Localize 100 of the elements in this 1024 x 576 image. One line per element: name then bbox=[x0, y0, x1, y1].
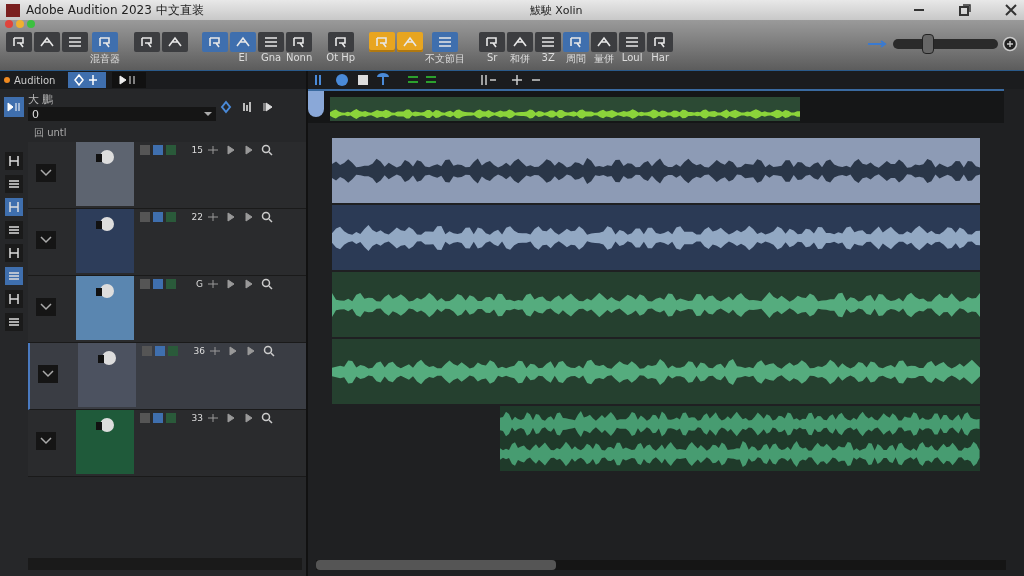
toolbar-button[interactable] bbox=[535, 32, 562, 52]
restore-icon[interactable] bbox=[958, 3, 972, 17]
toolbar-label: 3Z bbox=[541, 52, 555, 63]
search-icon[interactable] bbox=[261, 412, 273, 424]
tool-icon bbox=[8, 316, 20, 328]
toolbar-label: Har bbox=[651, 52, 669, 63]
tool-icon bbox=[597, 36, 612, 48]
zoom-dot-icon[interactable] bbox=[27, 20, 35, 28]
track-header[interactable]: G bbox=[28, 276, 306, 343]
toolbar-label: Gna bbox=[260, 52, 282, 63]
toolbar-label: 量併 bbox=[594, 52, 615, 66]
tool-icon bbox=[40, 36, 54, 48]
toolbar-button[interactable] bbox=[327, 32, 354, 52]
zoom-in-icon[interactable] bbox=[1002, 36, 1018, 52]
tool-icon bbox=[8, 178, 20, 190]
toolbar-button[interactable] bbox=[619, 32, 646, 52]
toolbar-label: Loul bbox=[621, 52, 643, 63]
tool-icon bbox=[12, 36, 26, 48]
search-icon[interactable] bbox=[261, 144, 273, 156]
track-number: 15 bbox=[190, 145, 203, 155]
minimize-dot-icon[interactable] bbox=[16, 20, 24, 28]
tool-icon bbox=[333, 36, 348, 48]
tool-icon bbox=[208, 36, 222, 48]
toolbar-label: 周間 bbox=[566, 52, 587, 66]
side-tool-button[interactable] bbox=[5, 313, 23, 331]
toolbar-label: Sr bbox=[486, 52, 498, 63]
timeline-overview[interactable] bbox=[308, 89, 1004, 123]
tool-icon bbox=[569, 36, 584, 48]
play-icon bbox=[7, 100, 21, 113]
side-tool-button[interactable] bbox=[5, 175, 23, 193]
tool-icon bbox=[140, 36, 154, 48]
toolbar-button[interactable] bbox=[591, 32, 618, 52]
track-number: G bbox=[195, 279, 203, 289]
toolbar-button[interactable] bbox=[647, 32, 674, 52]
tool-icon bbox=[375, 36, 390, 48]
side-tool-button[interactable] bbox=[5, 290, 23, 308]
toolbar-button[interactable] bbox=[507, 32, 534, 52]
audio-clip[interactable] bbox=[332, 339, 980, 404]
collapse-button[interactable] bbox=[36, 231, 56, 249]
app-title: Adobe Audition 2023 中文直装 bbox=[26, 1, 204, 19]
tool-icon bbox=[264, 36, 278, 48]
time-field[interactable]: 0 bbox=[28, 107, 216, 121]
search-icon[interactable] bbox=[261, 278, 273, 290]
track-list-header: 回 untl bbox=[33, 126, 68, 140]
collapse-button[interactable] bbox=[36, 164, 56, 182]
horizontal-scrollbar[interactable] bbox=[316, 560, 1006, 570]
track-number: 22 bbox=[190, 212, 203, 222]
toolbar-label: 混音器 bbox=[90, 52, 120, 66]
audio-clip[interactable] bbox=[332, 272, 980, 337]
app-logo-icon bbox=[6, 3, 20, 17]
toolbar-label: El bbox=[238, 52, 248, 63]
snap-button[interactable] bbox=[68, 72, 106, 88]
tool-icon bbox=[168, 36, 182, 48]
play-button[interactable] bbox=[112, 72, 146, 88]
track-header[interactable]: 36 bbox=[28, 343, 306, 410]
toolbar-button[interactable] bbox=[286, 32, 313, 52]
collapse-button[interactable] bbox=[36, 298, 56, 316]
close-dot-icon[interactable] bbox=[5, 20, 13, 28]
toolbar-button[interactable] bbox=[258, 32, 284, 52]
tool-icon bbox=[8, 201, 20, 213]
toolbar-button[interactable] bbox=[134, 32, 160, 52]
toolbar-button[interactable] bbox=[162, 32, 188, 52]
side-tool-button[interactable] bbox=[5, 221, 23, 239]
slider-thumb[interactable] bbox=[921, 34, 934, 54]
tool-icon bbox=[8, 293, 20, 305]
search-icon[interactable] bbox=[263, 345, 275, 357]
playhead-handle[interactable] bbox=[308, 91, 324, 117]
toolbar-label: Nonn bbox=[286, 52, 313, 63]
tool-icon bbox=[8, 155, 20, 167]
tool-icon bbox=[485, 36, 500, 48]
document-title: 鮁駛 Xolin bbox=[529, 2, 584, 18]
tool-icon bbox=[236, 36, 250, 48]
collapse-button[interactable] bbox=[36, 432, 56, 450]
track-header[interactable]: 33 bbox=[28, 410, 306, 477]
collapse-button[interactable] bbox=[38, 365, 58, 383]
side-tool-button[interactable] bbox=[5, 244, 23, 262]
track-number: 33 bbox=[190, 413, 203, 423]
tool-icon bbox=[8, 247, 20, 259]
side-tool-button[interactable] bbox=[5, 152, 23, 170]
panel-tab[interactable]: Audition bbox=[4, 74, 62, 86]
toolbar-button[interactable] bbox=[6, 32, 32, 52]
tool-icon bbox=[653, 36, 668, 48]
toolbar-button[interactable] bbox=[62, 32, 88, 52]
dropdown-caret-icon bbox=[204, 111, 212, 117]
search-icon[interactable] bbox=[261, 211, 273, 223]
transport-button[interactable] bbox=[4, 96, 24, 117]
tool-icon bbox=[541, 36, 556, 48]
track-header[interactable]: 22 bbox=[28, 209, 306, 276]
toolbar-button[interactable] bbox=[230, 32, 256, 52]
audio-clip[interactable] bbox=[500, 406, 980, 471]
track-header[interactable]: 15 bbox=[28, 142, 306, 209]
editor-tools-icons[interactable] bbox=[312, 73, 542, 87]
toolbar-button[interactable] bbox=[479, 32, 506, 52]
close-icon[interactable] bbox=[1004, 3, 1018, 17]
audio-clip[interactable] bbox=[332, 138, 980, 203]
toolbar-button[interactable] bbox=[34, 32, 60, 52]
zoom-slider[interactable] bbox=[893, 34, 998, 54]
audio-clip[interactable] bbox=[332, 205, 980, 270]
toolbar-label: Ot Hp bbox=[326, 52, 356, 63]
track-number: 36 bbox=[192, 346, 205, 356]
